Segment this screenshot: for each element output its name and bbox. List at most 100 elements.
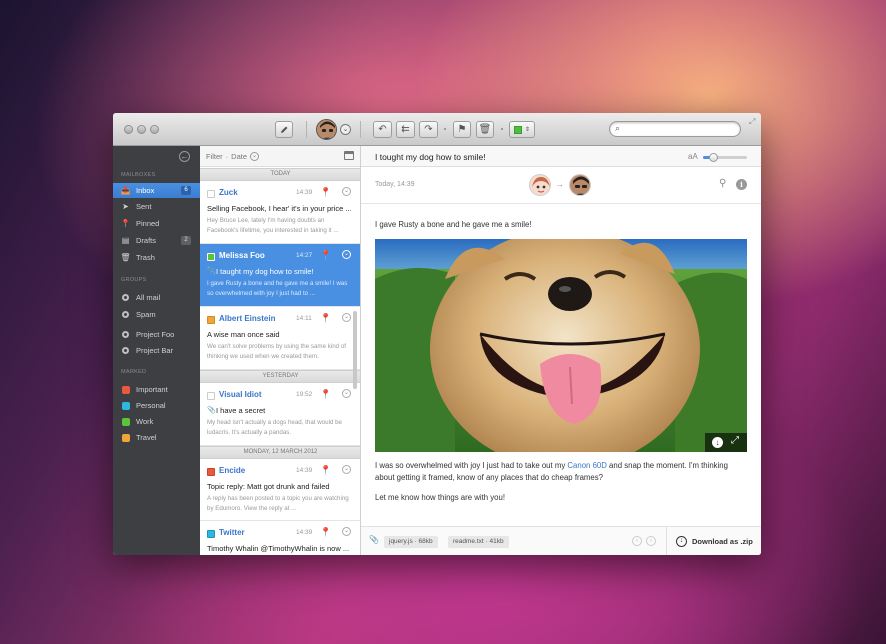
chevron-down-icon[interactable]: ⌄: [342, 187, 351, 196]
pin-icon[interactable]: 📍: [320, 187, 331, 198]
label-swatch-icon[interactable]: [207, 316, 215, 324]
checkbox[interactable]: [207, 392, 215, 400]
subject: I have a secret: [216, 406, 266, 415]
info-icon[interactable]: i: [736, 179, 747, 190]
download-icon[interactable]: ↓: [712, 437, 723, 448]
attachment-readme[interactable]: readme.txt · 41kb: [448, 536, 509, 548]
sidebar-item-spam[interactable]: Spam: [113, 307, 200, 322]
sidebar-item-trash[interactable]: 🗑 Trash: [113, 250, 200, 265]
prev-attachment-icon[interactable]: ‹: [632, 536, 642, 546]
forward-icon: ↷: [424, 124, 433, 135]
font-size-label: aA: [688, 152, 698, 161]
sidebar-item-pinned[interactable]: 📍 Pinned: [113, 216, 200, 231]
account-avatar[interactable]: [316, 119, 337, 140]
label-swatch-icon: [121, 385, 130, 394]
delete-button[interactable]: 🗑: [476, 121, 494, 138]
list-item-encide[interactable]: Encide 14:39 📍 ⌄ Topic reply: Matt got d…: [200, 459, 360, 521]
sidebar-item-project-foo[interactable]: Project Foo: [113, 327, 200, 342]
group-ring-icon: [122, 311, 129, 318]
pin-icon[interactable]: 📍: [320, 527, 331, 538]
zoom-window-button[interactable]: [150, 125, 159, 134]
next-attachment-icon[interactable]: ›: [646, 536, 656, 546]
sidebar-item-important[interactable]: Important: [113, 382, 200, 397]
photo-controls: ↓ ⤢: [705, 433, 747, 452]
time: 14:39: [296, 189, 313, 196]
search-input[interactable]: [626, 124, 734, 134]
list-item-melissa-foo[interactable]: Melissa Foo 14:27 📍 ⌄ I taught my dog ho…: [200, 244, 360, 307]
pin-icon: 📍: [120, 219, 131, 228]
location-pin-icon[interactable]: ⚲: [719, 178, 726, 189]
canon-link[interactable]: Canon 60D: [567, 461, 606, 470]
attachment-jquery[interactable]: jquery.js · 68kb: [384, 536, 438, 548]
sidebar-item-drafts[interactable]: ▤ Drafts 2: [113, 233, 200, 248]
fullscreen-icon[interactable]: ⤢: [749, 117, 755, 127]
pin-icon[interactable]: 📍: [320, 313, 331, 324]
compose-button[interactable]: [275, 121, 293, 138]
search-icon: ⌕: [615, 123, 621, 133]
label-swatch-icon[interactable]: [207, 468, 215, 476]
day-separator-yesterday: YESTERDAY: [200, 370, 360, 383]
label-swatch-icon[interactable]: [207, 253, 215, 261]
attachment-name: jquery.js: [389, 538, 413, 545]
reply-button[interactable]: ↶: [373, 121, 392, 138]
label-swatch-icon: [121, 401, 130, 410]
list-item-albert-einstein[interactable]: Albert Einstein 14:11 📍 ⌄ A wise man onc…: [200, 307, 360, 370]
chevron-down-icon[interactable]: ⌄: [340, 124, 351, 135]
download-zip-button[interactable]: ↓ Download as .zip: [666, 527, 761, 555]
list-item-twitter[interactable]: Twitter 14:39 📍 ⌄ Timothy Whalin @Timoth…: [200, 521, 360, 555]
collapse-sidebar-icon[interactable]: ←: [179, 151, 190, 162]
sidebar-item-sent[interactable]: ➤ Sent: [113, 199, 200, 214]
sidebar-item-travel[interactable]: Travel: [113, 430, 200, 445]
flag-button[interactable]: ⚑: [453, 121, 471, 138]
sidebar-item-work[interactable]: Work: [113, 414, 200, 429]
marked-heading: MARKED: [121, 369, 147, 375]
sidebar-item-personal[interactable]: Personal: [113, 398, 200, 413]
forward-button[interactable]: ↷: [419, 121, 438, 138]
list-item-visual-idiot[interactable]: Visual Idiot 19:52 📍 ⌄ 📎 I have a secret…: [200, 383, 360, 446]
chevron-down-icon[interactable]: ⌄: [250, 151, 260, 161]
expand-icon[interactable]: ⤢: [731, 435, 739, 446]
checkbox[interactable]: [207, 190, 215, 198]
label-color-select[interactable]: ⇕: [509, 121, 535, 138]
sidebar-item-inbox[interactable]: 📥 Inbox 6: [113, 183, 200, 198]
label-swatch-icon[interactable]: [207, 530, 215, 538]
font-size-slider[interactable]: [703, 153, 747, 162]
mailboxes-heading: MAILBOXES: [121, 172, 156, 178]
pin-icon[interactable]: 📍: [320, 389, 331, 400]
attachments-bar: 📎 jquery.js · 68kb readme.txt · 41kb ‹ ›…: [361, 526, 761, 555]
list-item-zuck[interactable]: Zuck 14:39 📍 ⌄ Selling Facebook, I hear'…: [200, 181, 360, 244]
minimize-window-button[interactable]: [137, 125, 146, 134]
attachment-size: 68kb: [418, 538, 433, 545]
sidebar-item-all-mail[interactable]: All mail: [113, 290, 200, 305]
subject: Selling Facebook, I hear' it's in your p…: [207, 204, 352, 213]
reply-all-button[interactable]: ⇇: [396, 121, 415, 138]
sidebar-item-label: Trash: [136, 253, 155, 262]
groups-heading: GROUPS: [121, 277, 147, 283]
sidebar-item-label: Inbox: [136, 186, 155, 195]
calendar-icon[interactable]: [344, 151, 354, 160]
chevron-down-icon[interactable]: ⌄: [342, 389, 351, 398]
arrow-right-icon: →: [555, 179, 564, 189]
group-ring-icon: [122, 331, 129, 338]
chevron-down-icon[interactable]: ⌄: [342, 465, 351, 474]
search-field[interactable]: ⌕: [609, 121, 741, 137]
pin-icon[interactable]: 📍: [320, 250, 331, 261]
scrollbar[interactable]: [353, 311, 357, 389]
inbox-icon: 📥: [120, 186, 131, 195]
recipient-avatar: [569, 174, 591, 196]
filter-value[interactable]: Date: [231, 152, 247, 161]
chevron-down-icon[interactable]: ⌄: [342, 527, 351, 536]
chevron-down-icon[interactable]: ⌄: [342, 313, 351, 322]
slider-thumb[interactable]: [709, 153, 718, 162]
preview: Hey Bruce Lee, lately I'm having doubts …: [207, 217, 339, 234]
sidebar-item-project-bar[interactable]: Project Bar: [113, 343, 200, 358]
sidebar-item-label: Travel: [136, 433, 157, 442]
separator-dot: ·: [225, 151, 229, 161]
label-swatch-icon: [121, 417, 130, 426]
chevron-down-icon[interactable]: ⌄: [342, 250, 351, 259]
close-window-button[interactable]: [124, 125, 133, 134]
sender: Zuck: [219, 188, 238, 197]
time: 19:52: [296, 391, 313, 398]
pin-icon[interactable]: 📍: [320, 465, 331, 476]
sender: Albert Einstein: [219, 314, 276, 323]
